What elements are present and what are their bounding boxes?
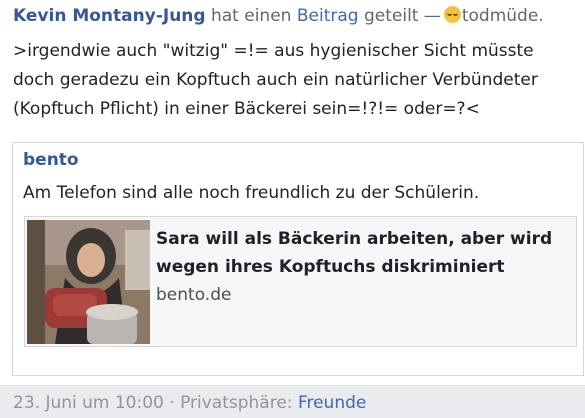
privacy-label: Privatsphäre: bbox=[180, 393, 293, 413]
article-title[interactable]: Sara will als Bäckerin arbeiten, aber wi… bbox=[156, 225, 566, 281]
header-verb: hat einen bbox=[210, 6, 292, 26]
post-header: Kevin Montany-Jung hat einen Beitrag get… bbox=[13, 4, 583, 28]
post-body-line: (Kopftuch Pflicht) in einer Bäckerei sei… bbox=[13, 99, 480, 119]
article-title-line: wegen ihres Kopftuchs diskriminiert bbox=[156, 257, 505, 277]
shared-post-link[interactable]: Beitrag bbox=[297, 6, 359, 26]
sleepy-face-icon bbox=[443, 6, 461, 23]
header-action: geteilt — bbox=[363, 6, 441, 26]
article-title-line: Sara will als Bäckerin arbeiten, aber wi… bbox=[156, 229, 553, 249]
post-card: Kevin Montany-Jung hat einen Beitrag get… bbox=[0, 0, 585, 386]
feeling-text: todmüde. bbox=[461, 6, 544, 26]
author-name[interactable]: Kevin Montany-Jung bbox=[13, 6, 206, 26]
shared-post-card[interactable]: bento Am Telefon sind alle noch freundli… bbox=[12, 142, 584, 376]
shared-post-text: Am Telefon sind alle noch freundlich zu … bbox=[23, 183, 480, 203]
article-domain: bento.de bbox=[156, 285, 232, 305]
privacy-audience-link[interactable]: Freunde bbox=[298, 393, 366, 413]
post-body-line: doch geradezu ein Kopftuch auch ein natü… bbox=[13, 70, 538, 90]
post-body: >irgendwie auch "witzig" =!= aus hygieni… bbox=[13, 37, 578, 124]
post-timestamp[interactable]: 23. Juni um 10:00 bbox=[13, 393, 164, 413]
shared-source-name[interactable]: bento bbox=[23, 148, 79, 172]
article-thumbnail[interactable] bbox=[27, 220, 150, 344]
article-thumbnail-image bbox=[27, 220, 150, 344]
post-footer: 23. Juni um 10:00 · Privatsphäre: Freund… bbox=[13, 391, 583, 415]
footer-separator: · bbox=[169, 393, 175, 413]
post-body-line: >irgendwie auch "witzig" =!= aus hygieni… bbox=[13, 41, 534, 61]
link-preview[interactable]: Sara will als Bäckerin arbeiten, aber wi… bbox=[24, 216, 577, 347]
